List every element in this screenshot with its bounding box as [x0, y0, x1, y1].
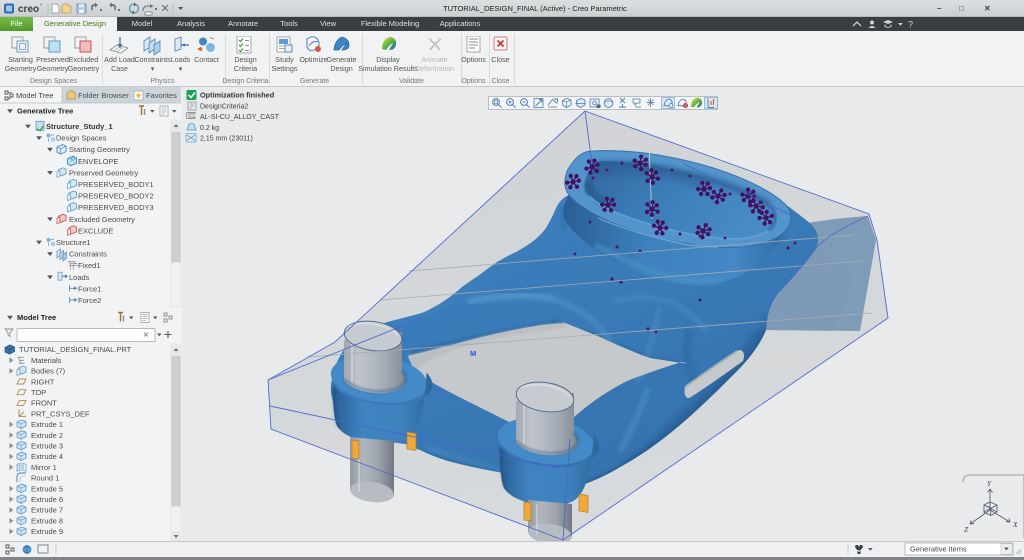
svg-text:Model Tree: Model Tree	[17, 313, 56, 322]
svg-text:Excluded Geometry: Excluded Geometry	[69, 215, 135, 224]
svg-text:Z: Z	[964, 525, 969, 534]
svg-text:Preserved Geometry: Preserved Geometry	[69, 168, 138, 177]
svg-text:EXCLUDE: EXCLUDE	[78, 226, 113, 235]
svg-text:°: °	[40, 4, 43, 10]
svg-text:AL-SI-CU_ALLOY_CAST: AL-SI-CU_ALLOY_CAST	[200, 114, 280, 121]
svg-text:PRESERVED_BODY1: PRESERVED_BODY1	[78, 180, 154, 189]
svg-text:Loads: Loads	[69, 273, 90, 282]
svg-text:Mirror 1: Mirror 1	[31, 463, 57, 472]
svg-text:Design Spaces: Design Spaces	[56, 134, 107, 143]
svg-text:TOP: TOP	[31, 388, 46, 397]
svg-text:Force2: Force2	[78, 296, 101, 305]
svg-text:PRT_CSYS_DEF: PRT_CSYS_DEF	[31, 409, 90, 418]
svg-text:FRONT: FRONT	[31, 399, 57, 408]
svg-text:Extrude 9: Extrude 9	[31, 527, 63, 536]
svg-text:creo: creo	[18, 4, 39, 15]
svg-text:Extrude 3: Extrude 3	[31, 442, 63, 451]
svg-text:TUTORIAL_DESIGN_FINAL.PRT: TUTORIAL_DESIGN_FINAL.PRT	[19, 345, 132, 354]
svg-text:Y: Y	[987, 479, 992, 488]
svg-text:PRESERVED_BODY3: PRESERVED_BODY3	[78, 203, 154, 212]
svg-text:Extrude 4: Extrude 4	[31, 452, 63, 461]
svg-text:Starting Geometry: Starting Geometry	[69, 145, 130, 154]
svg-text:RIGHT: RIGHT	[31, 377, 55, 386]
svg-text:Round 1: Round 1	[31, 474, 59, 483]
svg-text:Extrude 2: Extrude 2	[31, 431, 63, 440]
svg-text:?: ?	[908, 20, 913, 30]
svg-text:Bodies (7): Bodies (7)	[31, 367, 66, 376]
svg-text:2,15 mm (23011): 2,15 mm (23011)	[200, 136, 253, 143]
svg-text:Extrude 7: Extrude 7	[31, 506, 63, 515]
svg-text:Force1: Force1	[78, 284, 101, 293]
svg-text:Folder Browser: Folder Browser	[78, 91, 129, 100]
svg-text:Extrude 1: Extrude 1	[31, 420, 63, 429]
svg-text:ENVELOPE: ENVELOPE	[78, 157, 118, 166]
svg-text:PRESERVED_BODY2: PRESERVED_BODY2	[78, 192, 154, 201]
svg-text:Model Tree: Model Tree	[16, 91, 54, 100]
svg-text:Generative Tree: Generative Tree	[17, 107, 73, 116]
svg-text:DesignCriteria2: DesignCriteria2	[200, 104, 248, 111]
svg-text:Generative items: Generative items	[910, 545, 967, 554]
svg-text:Fixed1: Fixed1	[78, 261, 101, 270]
svg-text:Extrude 8: Extrude 8	[31, 516, 63, 525]
svg-text:Extrude 5: Extrude 5	[31, 484, 63, 493]
svg-text:M: M	[470, 349, 476, 358]
svg-text:X: X	[1012, 520, 1018, 529]
svg-text:Structure1: Structure1	[56, 238, 91, 247]
svg-text:Optimization finished: Optimization finished	[200, 91, 274, 100]
svg-text:0.2 kg: 0.2 kg	[200, 125, 219, 132]
svg-text:Structure_Study_1: Structure_Study_1	[46, 122, 113, 131]
svg-text:Favorites: Favorites	[146, 91, 177, 100]
svg-text:Extrude 6: Extrude 6	[31, 495, 63, 504]
svg-text:Materials: Materials	[31, 356, 62, 365]
svg-text:Constraints: Constraints	[69, 250, 107, 259]
